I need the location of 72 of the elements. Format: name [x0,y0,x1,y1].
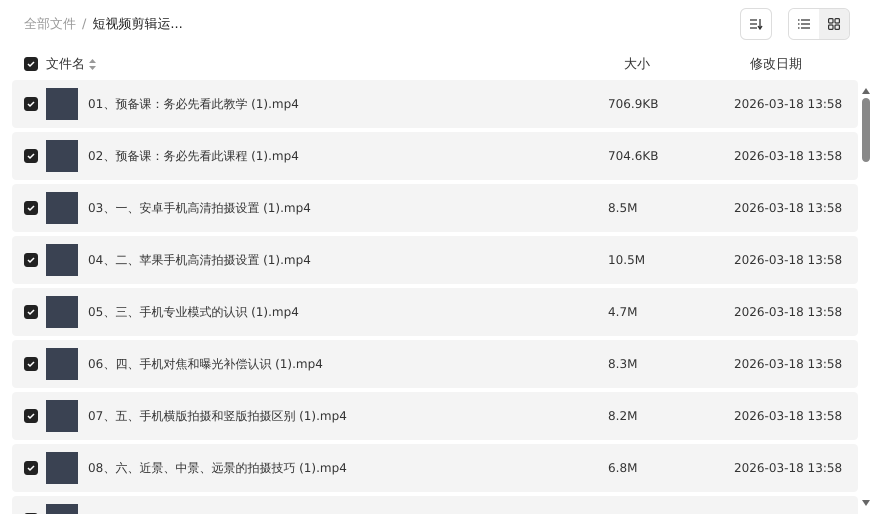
checkmark-icon [27,412,35,420]
checkmark-icon [27,100,35,108]
photo-placeholder [46,244,78,276]
scrollbar-thumb[interactable] [862,98,870,162]
modified-date: 2026-03-18 13:58 [734,305,842,319]
photo-placeholder [46,296,78,328]
scroll-up-icon[interactable] [862,88,870,94]
checkmark-icon [27,308,35,316]
checkmark-icon [27,204,35,212]
photo-placeholder [46,88,78,120]
checkbox[interactable] [24,305,38,319]
checkmark-icon [27,152,35,160]
checkbox[interactable] [24,97,38,111]
list-icon [798,19,810,29]
modified-date: 2026-03-18 13:58 [734,253,842,267]
file-name: 03、一、安卓手机高清拍摄设置 (1).mp4 [88,200,312,216]
checkbox[interactable] [24,57,38,71]
file-row[interactable]: 06、四、手机对焦和曝光补偿认识 (1).mp4 8.3M 2026-03-18 13:58 [12,340,858,388]
file-name: 05、三、手机专业模式的认识 (1).mp4 [88,304,300,320]
file-row[interactable]: 07、五、手机横版拍摄和竖版拍摄区别 (1).mp4 8.2M 2026-03-18 13:58 [12,392,858,440]
file-row[interactable]: 08、六、近景、中景、远景的拍摄技巧 (1).mp4 6.8M 2026-03-18 13:58 [12,444,858,492]
file-name: 07、五、手机横版拍摄和竖版拍摄区别 (1).mp4 [88,408,348,424]
checkbox[interactable] [24,149,38,163]
modified-date: 2026-03-18 13:58 [734,97,842,111]
file-size: 6.8M [608,461,638,475]
file-name: 04、二、苹果手机高清拍摄设置 (1).mp4 [88,252,312,268]
modified-date: 2026-03-18 13:58 [734,149,842,163]
column-header[interactable]: 文件名 [46,55,85,73]
checkbox[interactable] [24,409,38,423]
checkmark-icon [27,60,35,68]
file-row[interactable]: 01、预备课：务必先看此教学 (1).mp4 706.9KB 2026-03-18 13:58 [12,80,858,128]
photo-placeholder [46,400,78,432]
modified-date: 2026-03-18 13:58 [734,461,842,475]
photo-placeholder [46,452,78,484]
photo-placeholder [46,140,78,172]
file-name: 02、预备课：务必先看此课程 (1).mp4 [88,148,300,164]
sort-icon [749,18,763,30]
sort-button[interactable] [740,8,772,40]
file-size: 8.5M [608,201,638,215]
modified-date: 2026-03-18 13:58 [734,357,842,371]
file-size: 8.2M [608,409,638,423]
scroll-down-icon[interactable] [862,500,870,506]
file-name: 08、六、近景、中景、远景的拍摄技巧 (1).mp4 [88,460,348,476]
photo-placeholder [46,192,78,224]
file-size: 8.3M [608,357,638,371]
file-row[interactable]: 03、一、安卓手机高清拍摄设置 (1).mp4 8.5M 2026-03-18 13:58 [12,184,858,232]
file-row[interactable]: 04、二、苹果手机高清拍摄设置 (1).mp4 10.5M 2026-03-18 13:58 [12,236,858,284]
grid-view-button[interactable] [819,9,849,39]
modified-date: 2026-03-18 13:58 [734,201,842,215]
breadcrumb-separator: / [82,16,86,32]
file-size: 706.9KB [608,97,660,111]
photo-placeholder [46,348,78,380]
column-header: 大小 [624,56,651,73]
file-size: 10.5M [608,253,646,267]
file-name: 01、预备课：务必先看此教学 (1).mp4 [88,96,300,112]
modified-date: 2026-03-18 13:58 [734,409,842,423]
file-size: 4.7M [608,305,638,319]
file-row[interactable]: 02、预备课：务必先看此课程 (1).mp4 704.6KB 2026-03-18 13:58 [12,132,858,180]
checkbox[interactable] [24,357,38,371]
breadcrumb-item: 短视频剪辑运... [92,16,183,33]
checkbox[interactable] [24,461,38,475]
checkmark-icon [27,360,35,368]
checkbox[interactable] [24,201,38,215]
column-header: 修改日期 [750,56,803,73]
checkmark-icon [27,464,35,472]
sort-arrows-icon[interactable] [89,58,96,70]
file-size: 704.6KB [608,149,660,163]
file-row[interactable]: 05、三、手机专业模式的认识 (1).mp4 4.7M 2026-03-18 13:58 [12,288,858,336]
checkmark-icon [27,256,35,264]
checkbox[interactable] [24,253,38,267]
grid-icon [828,18,840,30]
file-name: 06、四、手机对焦和曝光补偿认识 (1).mp4 [88,356,324,372]
